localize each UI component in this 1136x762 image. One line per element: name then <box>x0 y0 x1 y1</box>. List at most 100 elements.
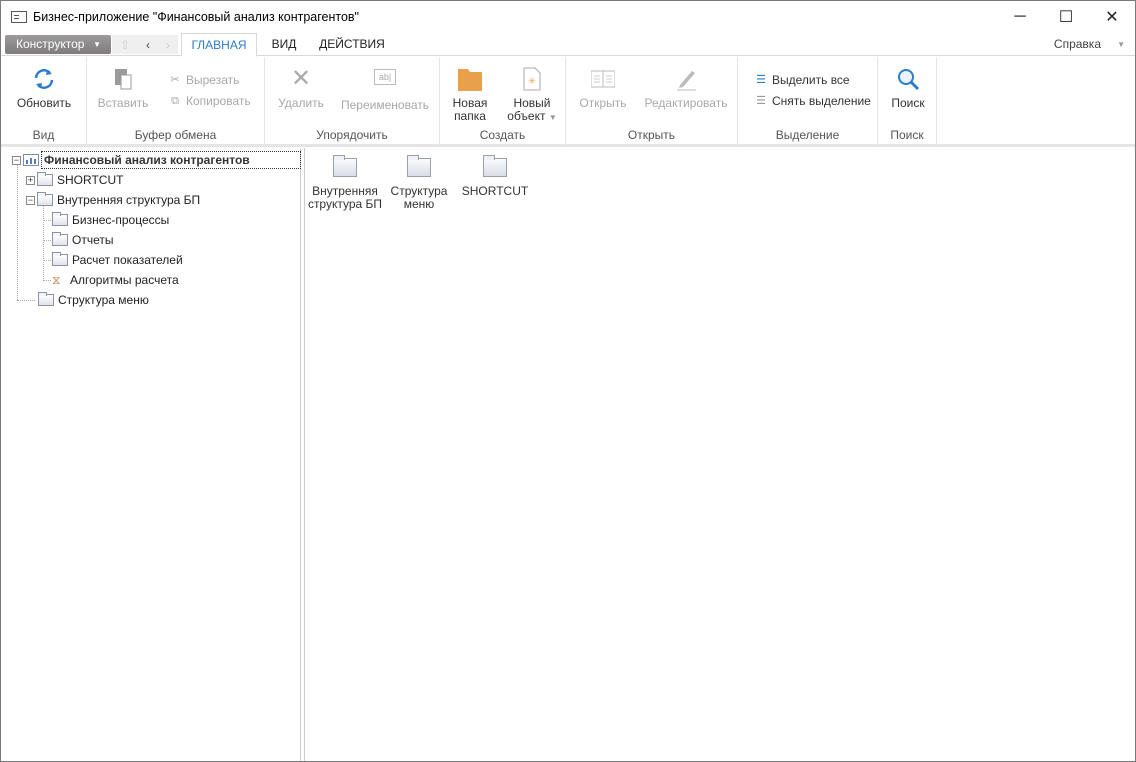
tree-item-label: Бизнес-процессы <box>72 213 170 227</box>
group-label: Поиск <box>890 128 924 142</box>
delete-button[interactable]: ✕ Удалить <box>273 67 329 110</box>
select-all-icon: ☰ <box>756 74 766 86</box>
group-label: Буфер обмена <box>134 128 217 142</box>
back-icon[interactable]: ‹ <box>146 38 150 52</box>
tab-home[interactable]: ГЛАВНАЯ <box>181 33 257 57</box>
tree-item-menu[interactable]: Структура меню <box>38 291 149 309</box>
tree-item[interactable]: Бизнес-процессы <box>52 211 169 229</box>
item-label: Внутренняя <box>312 184 378 198</box>
tree-item-label: Алгоритмы расчета <box>70 273 179 287</box>
search-label: Поиск <box>891 96 925 110</box>
tree-item-shortcut[interactable]: + SHORTCUT <box>26 171 123 189</box>
group-open: Открыть Редактировать Открыть <box>566 57 738 145</box>
search-icon <box>898 69 920 91</box>
deselect-icon: ☰ <box>756 95 766 107</box>
collapse-icon[interactable]: − <box>12 155 21 165</box>
folder-icon <box>333 155 357 177</box>
new-folder-button[interactable]: Новая папка <box>446 67 494 123</box>
group-label: Выделение <box>775 128 840 142</box>
item-label-2: структура БП <box>307 197 383 211</box>
deselect-button[interactable]: ☰ Снять выделение <box>755 94 871 108</box>
tree-item[interactable]: Расчет показателей <box>52 251 183 269</box>
cut-button[interactable]: ✂ Вырезать <box>169 73 239 87</box>
tab-actions[interactable]: ДЕЙСТВИЯ <box>315 33 389 56</box>
tree-item-label: Отчеты <box>72 233 114 247</box>
maximize-button[interactable]: ☐ <box>1043 1 1089 33</box>
group-selection: ☰ Выделить все ☰ Снять выделение Выделение <box>738 57 878 145</box>
collapse-icon[interactable]: − <box>26 195 35 205</box>
tree-line <box>43 220 51 221</box>
tree-line <box>17 300 35 301</box>
content-pane[interactable]: Внутренняя структура БП Структура меню SHO… <box>304 148 1134 761</box>
title-bar: Бизнес-приложение "Финансовый анализ кон… <box>1 1 1135 33</box>
new-object-button[interactable]: ✳ Новый объект ▼ <box>502 67 562 124</box>
edit-button[interactable]: Редактировать <box>642 67 730 110</box>
designer-dropdown[interactable]: Конструктор ▼ <box>5 35 111 54</box>
refresh-label: Обновить <box>16 96 72 110</box>
paste-label: Вставить <box>97 96 149 110</box>
up-icon[interactable]: ⇧ <box>120 38 130 52</box>
rename-button[interactable]: ab| Переименовать <box>337 67 433 112</box>
tree-root[interactable]: − Финансовый анализ контрагентов <box>12 151 301 169</box>
tree-item-label: Расчет показателей <box>72 253 183 267</box>
tree-line <box>43 260 51 261</box>
content-item-menu[interactable]: Структура меню <box>381 155 457 211</box>
folder-icon <box>38 292 54 306</box>
copy-button[interactable]: ⧉ Копировать <box>169 94 251 108</box>
group-view: Обновить Вид <box>1 57 87 145</box>
open-button[interactable]: Открыть <box>572 67 634 110</box>
tab-view[interactable]: ВИД <box>263 33 305 56</box>
content-item-internal[interactable]: Внутренняя структура БП <box>307 155 383 211</box>
minimize-button[interactable]: ─ <box>997 1 1043 33</box>
ribbon: Обновить Вид Вставить ✂ Вырезать ⧉ Копиров… <box>1 57 1135 147</box>
tree-line <box>43 280 51 281</box>
item-label: SHORTCUT <box>461 184 529 198</box>
search-button[interactable]: Поиск <box>882 67 934 110</box>
item-label-2: меню <box>403 197 435 211</box>
help-menu[interactable]: Справка <box>1054 33 1101 56</box>
group-clipboard: Вставить ✂ Вырезать ⧉ Копировать Буфер обм… <box>87 57 265 145</box>
group-label: Открыть <box>627 128 676 142</box>
select-all-button[interactable]: ☰ Выделить все <box>755 73 850 87</box>
group-arrange: ✕ Удалить ab| Переименовать Упорядочить <box>265 57 440 145</box>
open-label: Открыть <box>579 96 627 110</box>
folder-icon <box>37 192 53 206</box>
forward-icon[interactable]: › <box>166 38 170 52</box>
cut-label: Вырезать <box>186 73 240 87</box>
new-object-icon: ✳ <box>523 67 541 91</box>
scissors-icon: ✂ <box>170 74 180 86</box>
expand-icon[interactable]: + <box>26 175 35 185</box>
tree-item[interactable]: Отчеты <box>52 231 113 249</box>
new-object-label-2: объект <box>507 109 546 123</box>
folder-icon <box>37 172 53 186</box>
repository-icon <box>23 154 39 166</box>
deselect-label: Снять выделение <box>772 94 871 108</box>
chevron-down-icon[interactable]: ▼ <box>1117 33 1125 56</box>
folder-icon <box>483 155 507 177</box>
new-folder-label-2: папка <box>454 109 486 123</box>
folder-icon <box>458 69 482 91</box>
refresh-button[interactable]: Обновить <box>13 67 75 110</box>
tree-item[interactable]: ⧖ Алгоритмы расчета <box>52 271 179 289</box>
delete-icon: ✕ <box>290 65 312 92</box>
tree-item-internal[interactable]: − Внутренняя структура БП <box>26 191 200 209</box>
ribbon-tabs: Конструктор ▼ ⇧ ‹ › ГЛАВНАЯ ВИД ДЕЙСТВИЯ … <box>1 33 1135 57</box>
app-window: Бизнес-приложение "Финансовый анализ кон… <box>0 0 1136 762</box>
tree-root-label: Финансовый анализ контрагентов <box>41 151 301 169</box>
copy-label: Копировать <box>186 94 251 108</box>
content-item-shortcut[interactable]: SHORTCUT <box>457 155 533 198</box>
item-label: Структура <box>390 184 448 198</box>
paste-button[interactable]: Вставить <box>95 67 151 110</box>
copy-icon: ⧉ <box>171 95 179 107</box>
tree-line <box>43 240 51 241</box>
folder-icon <box>52 252 68 266</box>
tree-line <box>17 165 18 300</box>
chevron-down-icon: ▼ <box>93 40 101 49</box>
close-button[interactable]: ✕ <box>1089 1 1135 33</box>
group-label: Упорядочить <box>316 128 388 142</box>
tree-pane[interactable]: − Финансовый анализ контрагентов + SHORTC… <box>2 148 301 761</box>
select-all-label: Выделить все <box>772 73 850 87</box>
group-search: Поиск Поиск <box>878 57 937 145</box>
folder-icon <box>52 232 68 246</box>
algorithm-icon: ⧖ <box>52 272 61 287</box>
